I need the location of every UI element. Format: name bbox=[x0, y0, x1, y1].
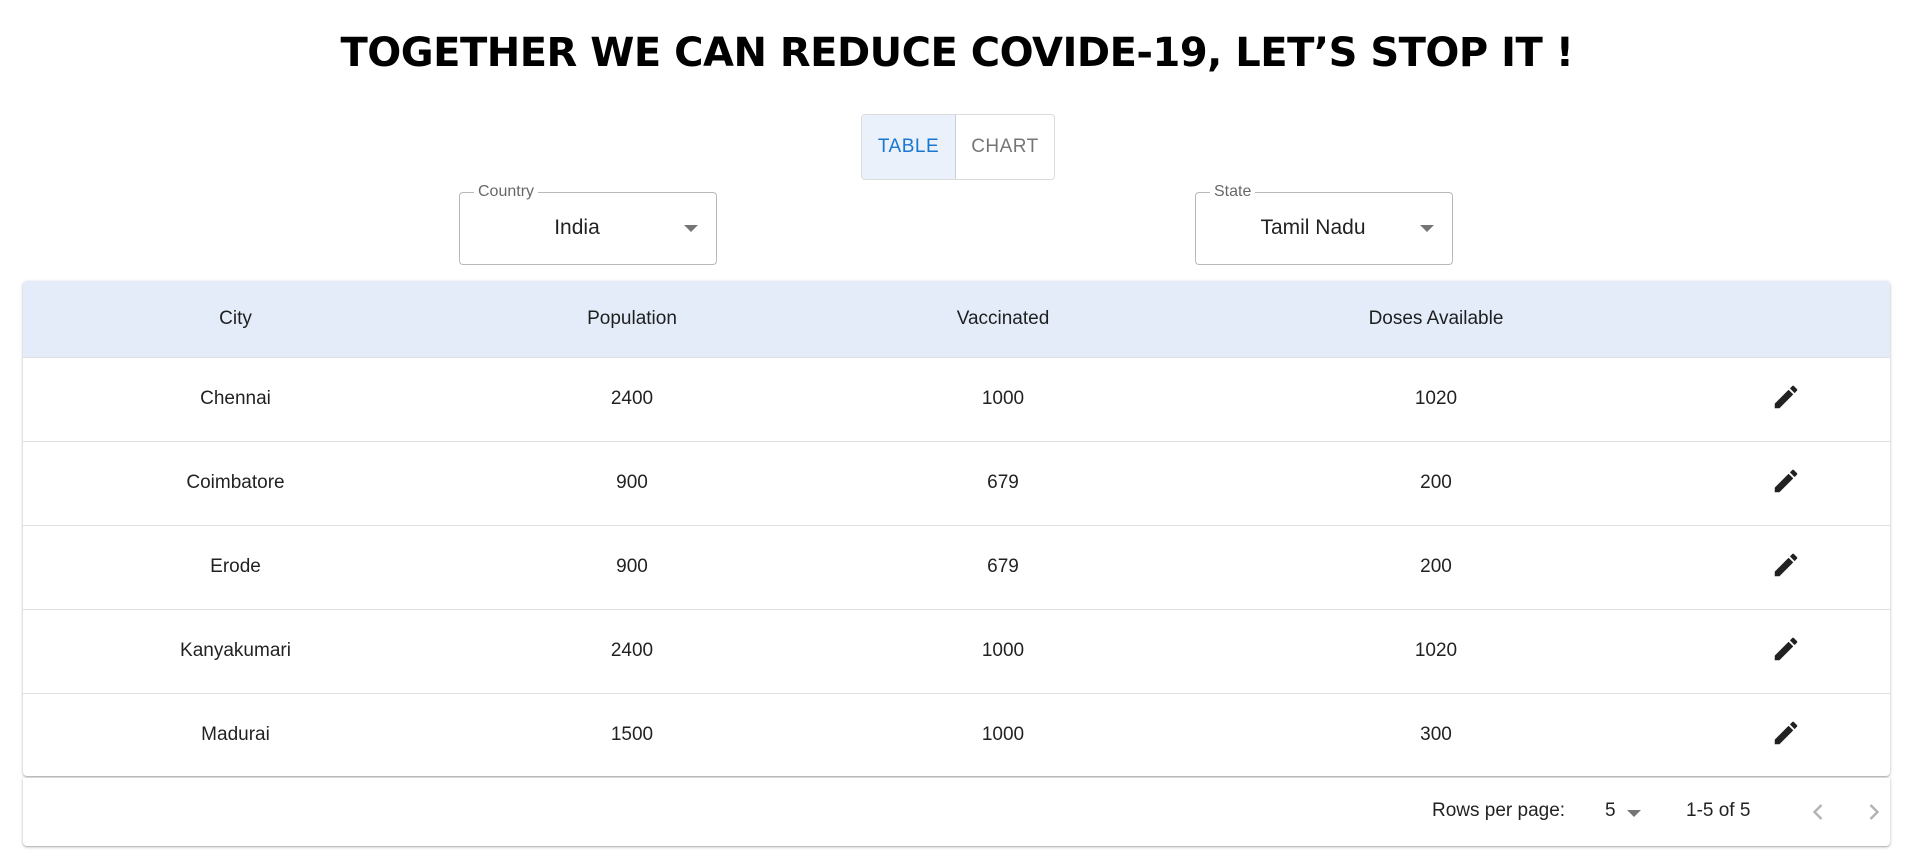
cell-actions bbox=[1682, 441, 1890, 525]
cell-population: 900 bbox=[616, 556, 648, 577]
chevron-right-icon[interactable] bbox=[1860, 798, 1888, 826]
edit-icon[interactable] bbox=[1771, 466, 1801, 496]
table-header-row: City Population Vaccinated Doses Availab… bbox=[23, 281, 1890, 357]
edit-icon[interactable] bbox=[1771, 382, 1801, 412]
cell-city: Madurai bbox=[201, 724, 270, 746]
cell-doses-available: 200 bbox=[1420, 472, 1452, 493]
cell-population: 1500 bbox=[610, 724, 654, 746]
state-select-value: Tamil Nadu bbox=[1260, 216, 1366, 239]
state-select-label: State bbox=[1210, 183, 1256, 201]
column-header-doses-available: Doses Available bbox=[1368, 307, 1504, 329]
country-select[interactable]: Country India bbox=[459, 183, 717, 265]
cell-population: 2400 bbox=[610, 640, 654, 661]
chevron-down-icon bbox=[1420, 225, 1434, 232]
data-table-container: City Population Vaccinated Doses Availab… bbox=[23, 281, 1890, 776]
table-row: Kanyakumari 2400 1000 1020 bbox=[23, 609, 1890, 693]
cell-vaccinated: 1000 bbox=[981, 640, 1025, 661]
state-select[interactable]: State Tamil Nadu bbox=[1195, 183, 1453, 265]
table-row: Chennai 2400 1000 1020 bbox=[23, 357, 1890, 441]
cell-doses-available: 1020 bbox=[1414, 640, 1458, 661]
table-row: Erode 900 679 200 bbox=[23, 525, 1890, 609]
cell-actions bbox=[1682, 525, 1890, 609]
cell-city: Chennai bbox=[200, 388, 271, 409]
edit-icon[interactable] bbox=[1771, 634, 1801, 664]
cell-vaccinated: 679 bbox=[987, 556, 1019, 577]
chevron-down-icon bbox=[684, 225, 698, 232]
cell-doses-available: 200 bbox=[1420, 556, 1452, 577]
cell-city: Coimbatore bbox=[186, 472, 285, 493]
rows-per-page-value: 5 bbox=[1605, 800, 1616, 821]
column-header-population: Population bbox=[587, 307, 677, 329]
chevron-down-icon bbox=[1627, 810, 1641, 817]
cell-city: Erode bbox=[210, 556, 261, 577]
cell-actions bbox=[1682, 609, 1890, 693]
page-title: TOGETHER WE CAN REDUCE COVIDE-19, LET’S … bbox=[340, 30, 1575, 76]
country-select-value: India bbox=[554, 216, 600, 239]
table-row: Coimbatore 900 679 200 bbox=[23, 441, 1890, 525]
tab-chart[interactable]: CHART bbox=[956, 115, 1054, 179]
edit-icon[interactable] bbox=[1771, 718, 1801, 748]
chevron-left-icon[interactable] bbox=[1804, 798, 1832, 826]
cell-city: Kanyakumari bbox=[180, 640, 291, 661]
view-toggle-group: TABLE CHART bbox=[861, 114, 1055, 180]
cell-doses-available: 300 bbox=[1420, 724, 1452, 746]
table-pagination: Rows per page: 5 1-5 of 5 bbox=[23, 778, 1890, 846]
cell-doses-available: 1020 bbox=[1414, 388, 1458, 409]
cell-actions bbox=[1682, 357, 1890, 441]
table-row: Madurai 1500 1000 300 bbox=[23, 693, 1890, 776]
cell-population: 900 bbox=[616, 472, 648, 493]
rows-per-page-select[interactable]: 5 bbox=[1603, 798, 1649, 824]
cell-vaccinated: 1000 bbox=[981, 724, 1025, 746]
column-header-city: City bbox=[219, 307, 252, 329]
page: TOGETHER WE CAN REDUCE COVIDE-19, LET’S … bbox=[0, 0, 1914, 858]
edit-icon[interactable] bbox=[1771, 550, 1801, 580]
column-header-actions bbox=[1682, 281, 1890, 357]
cell-population: 2400 bbox=[610, 388, 654, 409]
cell-actions bbox=[1682, 693, 1890, 776]
data-table: City Population Vaccinated Doses Availab… bbox=[23, 281, 1890, 776]
column-header-vaccinated: Vaccinated bbox=[956, 307, 1050, 329]
tab-table[interactable]: TABLE bbox=[862, 115, 956, 179]
rows-per-page-label: Rows per page: bbox=[1432, 800, 1566, 821]
cell-vaccinated: 679 bbox=[987, 472, 1019, 493]
country-select-label: Country bbox=[474, 183, 539, 201]
cell-vaccinated: 1000 bbox=[981, 388, 1025, 409]
pagination-range: 1-5 of 5 bbox=[1686, 800, 1751, 821]
